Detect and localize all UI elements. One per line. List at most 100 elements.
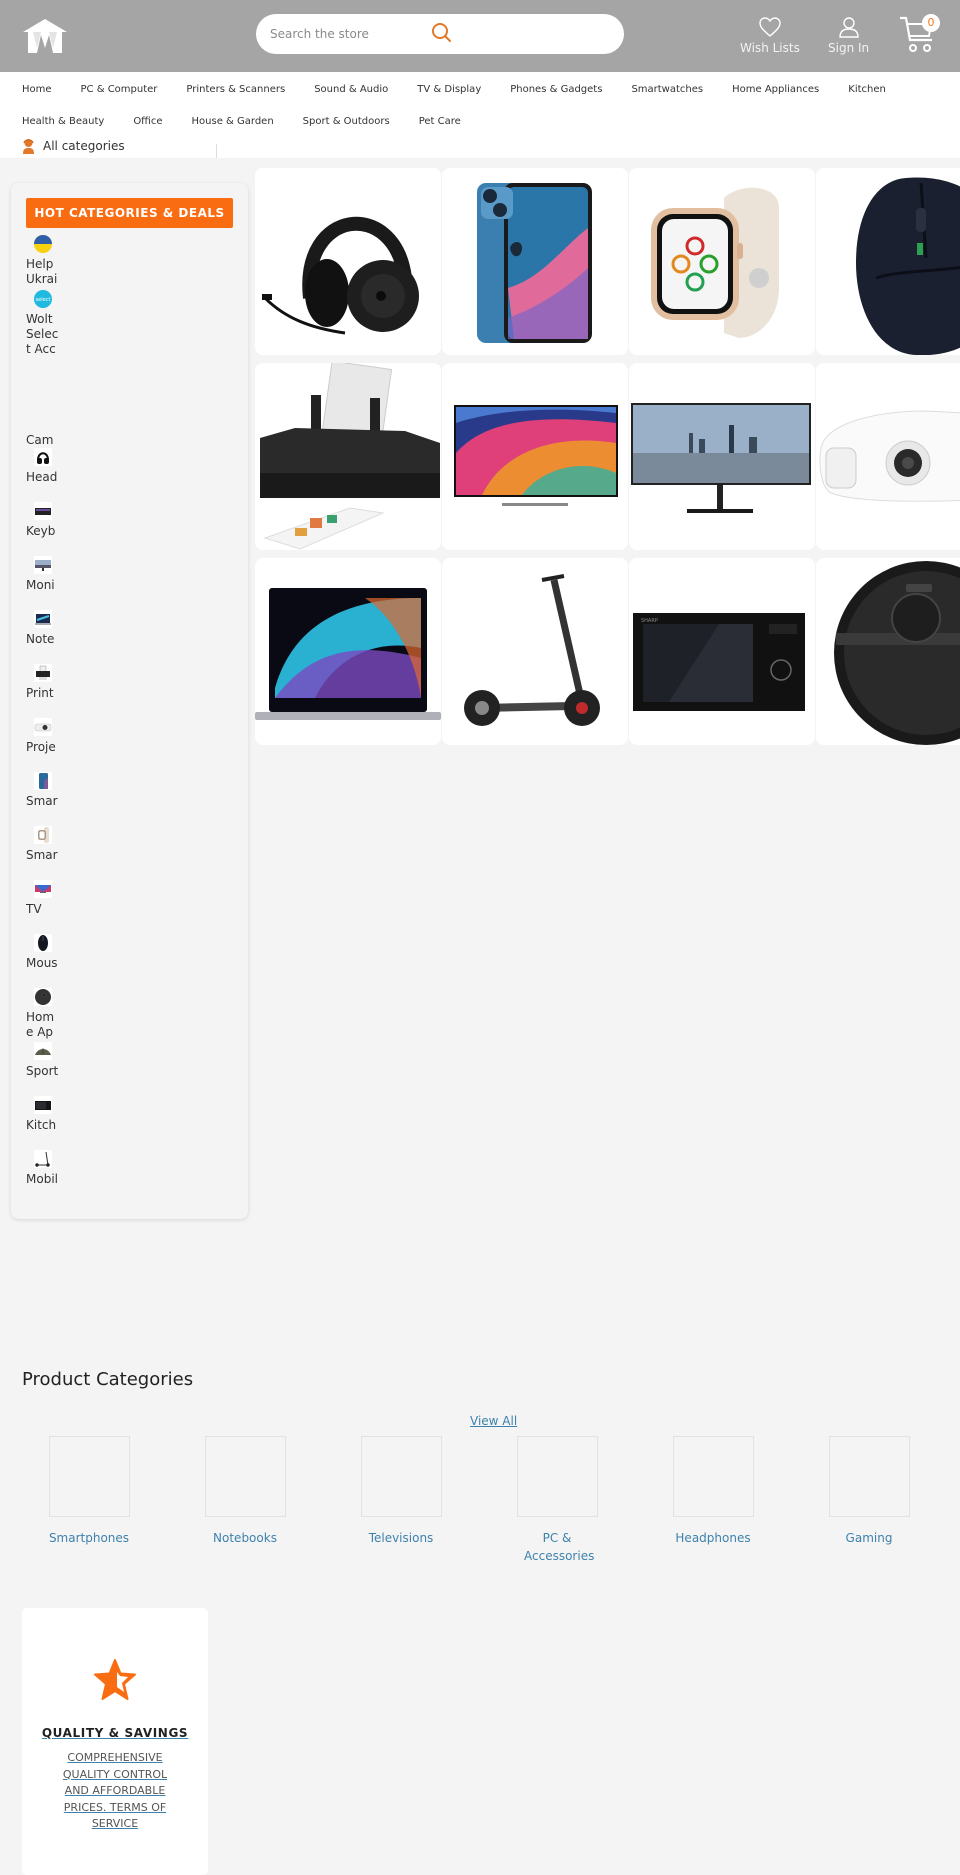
- hot-categories-button[interactable]: HOT CATEGORIES & DEALS: [26, 198, 233, 228]
- logo[interactable]: [22, 18, 68, 54]
- smartwatch-icon: [34, 826, 52, 844]
- product-card-smartwatch[interactable]: [629, 168, 815, 355]
- category-image-placeholder: [360, 1436, 442, 1517]
- nav-item-smartwatches[interactable]: Smartwatches: [631, 84, 703, 95]
- sidebar-item-home-appliances[interactable]: Home Appliances: [26, 988, 59, 1040]
- sidebar-item-help-ukraine[interactable]: Help Ukraine: [26, 235, 59, 287]
- product-card-robot-vacuum[interactable]: [816, 558, 960, 745]
- category-label: Televisions: [368, 1531, 434, 1545]
- heart-icon: [759, 17, 781, 37]
- sidebar-item-smartphones[interactable]: Smartphones: [26, 772, 59, 809]
- keyboard-icon: [34, 502, 52, 520]
- sidebar-item-mobility[interactable]: Mobility: [26, 1150, 59, 1187]
- sidebar-item-sport[interactable]: Sport: [26, 1042, 59, 1079]
- svg-text:select: select: [36, 297, 51, 303]
- product-card-smartphone[interactable]: [442, 168, 628, 355]
- printer-icon: [34, 664, 52, 682]
- product-categories-title: Product Categories: [22, 1369, 194, 1390]
- sidebar-item-mouse[interactable]: Mouse: [26, 934, 59, 971]
- nav-item-sport-outdoors[interactable]: Sport & Outdoors: [303, 116, 390, 127]
- sidebar-item-label: Smartwatches: [26, 848, 58, 862]
- sign-in-link[interactable]: Sign In: [828, 16, 869, 55]
- all-categories-label: All categories: [43, 139, 125, 153]
- category-image-placeholder: [48, 1436, 130, 1517]
- nav-item-health-beauty[interactable]: Health & Beauty: [22, 116, 104, 127]
- wish-lists-label: Wish Lists: [740, 41, 800, 55]
- sidebar-item-label: Headphones: [26, 470, 58, 484]
- category-tile-televisions[interactable]: Televisions: [346, 1436, 456, 1547]
- product-card-electric-scooter[interactable]: [442, 558, 628, 745]
- smartphone-icon: [34, 772, 52, 790]
- sidebar-item-label: Monitors: [26, 578, 55, 592]
- category-tile-notebooks[interactable]: Notebooks: [190, 1436, 300, 1547]
- svg-text:SHARP: SHARP: [641, 618, 658, 624]
- sidebar-item-wolt-select-access[interactable]: select Wolt Select Access: [26, 290, 59, 357]
- sidebar-item-cameras[interactable]: Cameras: [26, 393, 59, 448]
- nav-item-printers-scanners[interactable]: Printers & Scanners: [186, 84, 285, 95]
- mouse-image: [816, 168, 960, 355]
- sidebar-item-monitors[interactable]: Monitors: [26, 556, 59, 593]
- support-agent-icon: [23, 139, 34, 154]
- product-card-notebook[interactable]: [255, 558, 441, 745]
- house-w-logo-icon: [23, 19, 67, 53]
- product-card-monitor[interactable]: [629, 363, 815, 550]
- sidebar-item-label: Home Appliances: [26, 1010, 55, 1039]
- notebook-image: [255, 558, 441, 745]
- nav-item-home[interactable]: Home: [22, 84, 52, 95]
- view-all-link[interactable]: View All: [470, 1414, 517, 1428]
- sidebar-item-notebooks[interactable]: Notebooks: [26, 610, 59, 647]
- nav-item-home-appliances[interactable]: Home Appliances: [732, 84, 819, 95]
- nav-item-sound-audio[interactable]: Sound & Audio: [314, 84, 388, 95]
- product-card-projector[interactable]: [816, 363, 960, 550]
- category-tile-gaming[interactable]: Gaming: [814, 1436, 924, 1547]
- search-input[interactable]: [270, 14, 430, 54]
- nav-item-pc-computer[interactable]: PC & Computer: [81, 84, 158, 95]
- nav-item-kitchen[interactable]: Kitchen: [848, 84, 886, 95]
- nav-item-office[interactable]: Office: [133, 116, 162, 127]
- category-tile-headphones[interactable]: Headphones: [658, 1436, 768, 1547]
- headphones-image: [255, 168, 441, 355]
- sidebar-item-printers[interactable]: Printers: [26, 664, 59, 701]
- category-image-placeholder: [516, 1436, 598, 1517]
- category-tile-pc-accessories[interactable]: PC & Accessories: [502, 1436, 612, 1565]
- user-icon: [838, 17, 859, 38]
- wish-lists-link[interactable]: Wish Lists: [740, 16, 800, 55]
- sidebar-item-keyboards[interactable]: Keyboards: [26, 502, 59, 539]
- product-card-headphones[interactable]: [255, 168, 441, 355]
- category-nav: Home PC & Computer Printers & Scanners Soun…: [0, 72, 960, 158]
- sign-in-label: Sign In: [828, 41, 870, 55]
- product-card-printer[interactable]: [255, 363, 441, 550]
- product-card-microwave[interactable]: SHARP: [629, 558, 815, 745]
- search-button[interactable]: [430, 21, 454, 45]
- ukraine-flag-icon: [34, 235, 52, 253]
- wolt-icon: select: [34, 290, 52, 308]
- quality-description[interactable]: COMPREHENSIVE QUALITY CONTROL AND AFFORD…: [52, 1750, 178, 1833]
- category-image-placeholder: [828, 1436, 910, 1517]
- sidebar-item-label: Smartphones: [26, 794, 58, 808]
- sidebar-item-label: Notebooks: [26, 632, 55, 646]
- sidebar-item-kitchen[interactable]: Kitchen: [26, 1096, 59, 1133]
- quality-title[interactable]: QUALITY & SAVINGS: [22, 1726, 208, 1740]
- sidebar-item-projectors[interactable]: Projectors: [26, 718, 59, 755]
- nav-item-phones-gadgets[interactable]: Phones & Gadgets: [510, 84, 602, 95]
- sidebar-item-smartwatches[interactable]: Smartwatches: [26, 826, 59, 863]
- sidebar-item-label: Sport: [26, 1064, 59, 1078]
- nav-item-tv-display[interactable]: TV & Display: [417, 84, 481, 95]
- sidebar-item-headphones[interactable]: Headphones: [26, 448, 59, 485]
- category-tile-smartphones[interactable]: Smartphones: [34, 1436, 144, 1547]
- tent-icon: [34, 1042, 52, 1060]
- nav-item-pet-care[interactable]: Pet Care: [419, 116, 461, 127]
- all-categories-button[interactable]: All categories: [22, 138, 125, 154]
- category-label: Gaming: [845, 1531, 893, 1545]
- product-card-tv[interactable]: [442, 363, 628, 550]
- category-label: PC & Accessories: [524, 1531, 595, 1563]
- nav-item-house-garden[interactable]: House & Garden: [192, 116, 274, 127]
- monitor-icon: [34, 556, 52, 574]
- sidebar-item-label: Keyboards: [26, 524, 56, 538]
- camera-icon: [34, 393, 52, 429]
- scooter-image: [442, 558, 628, 745]
- sidebar-item-label: Cameras: [26, 433, 54, 447]
- nav-row-2: Health & Beauty Office House & Garden Sport…: [22, 116, 490, 127]
- product-card-gaming-mouse[interactable]: [816, 168, 960, 355]
- sidebar-item-tv[interactable]: TV: [26, 880, 59, 917]
